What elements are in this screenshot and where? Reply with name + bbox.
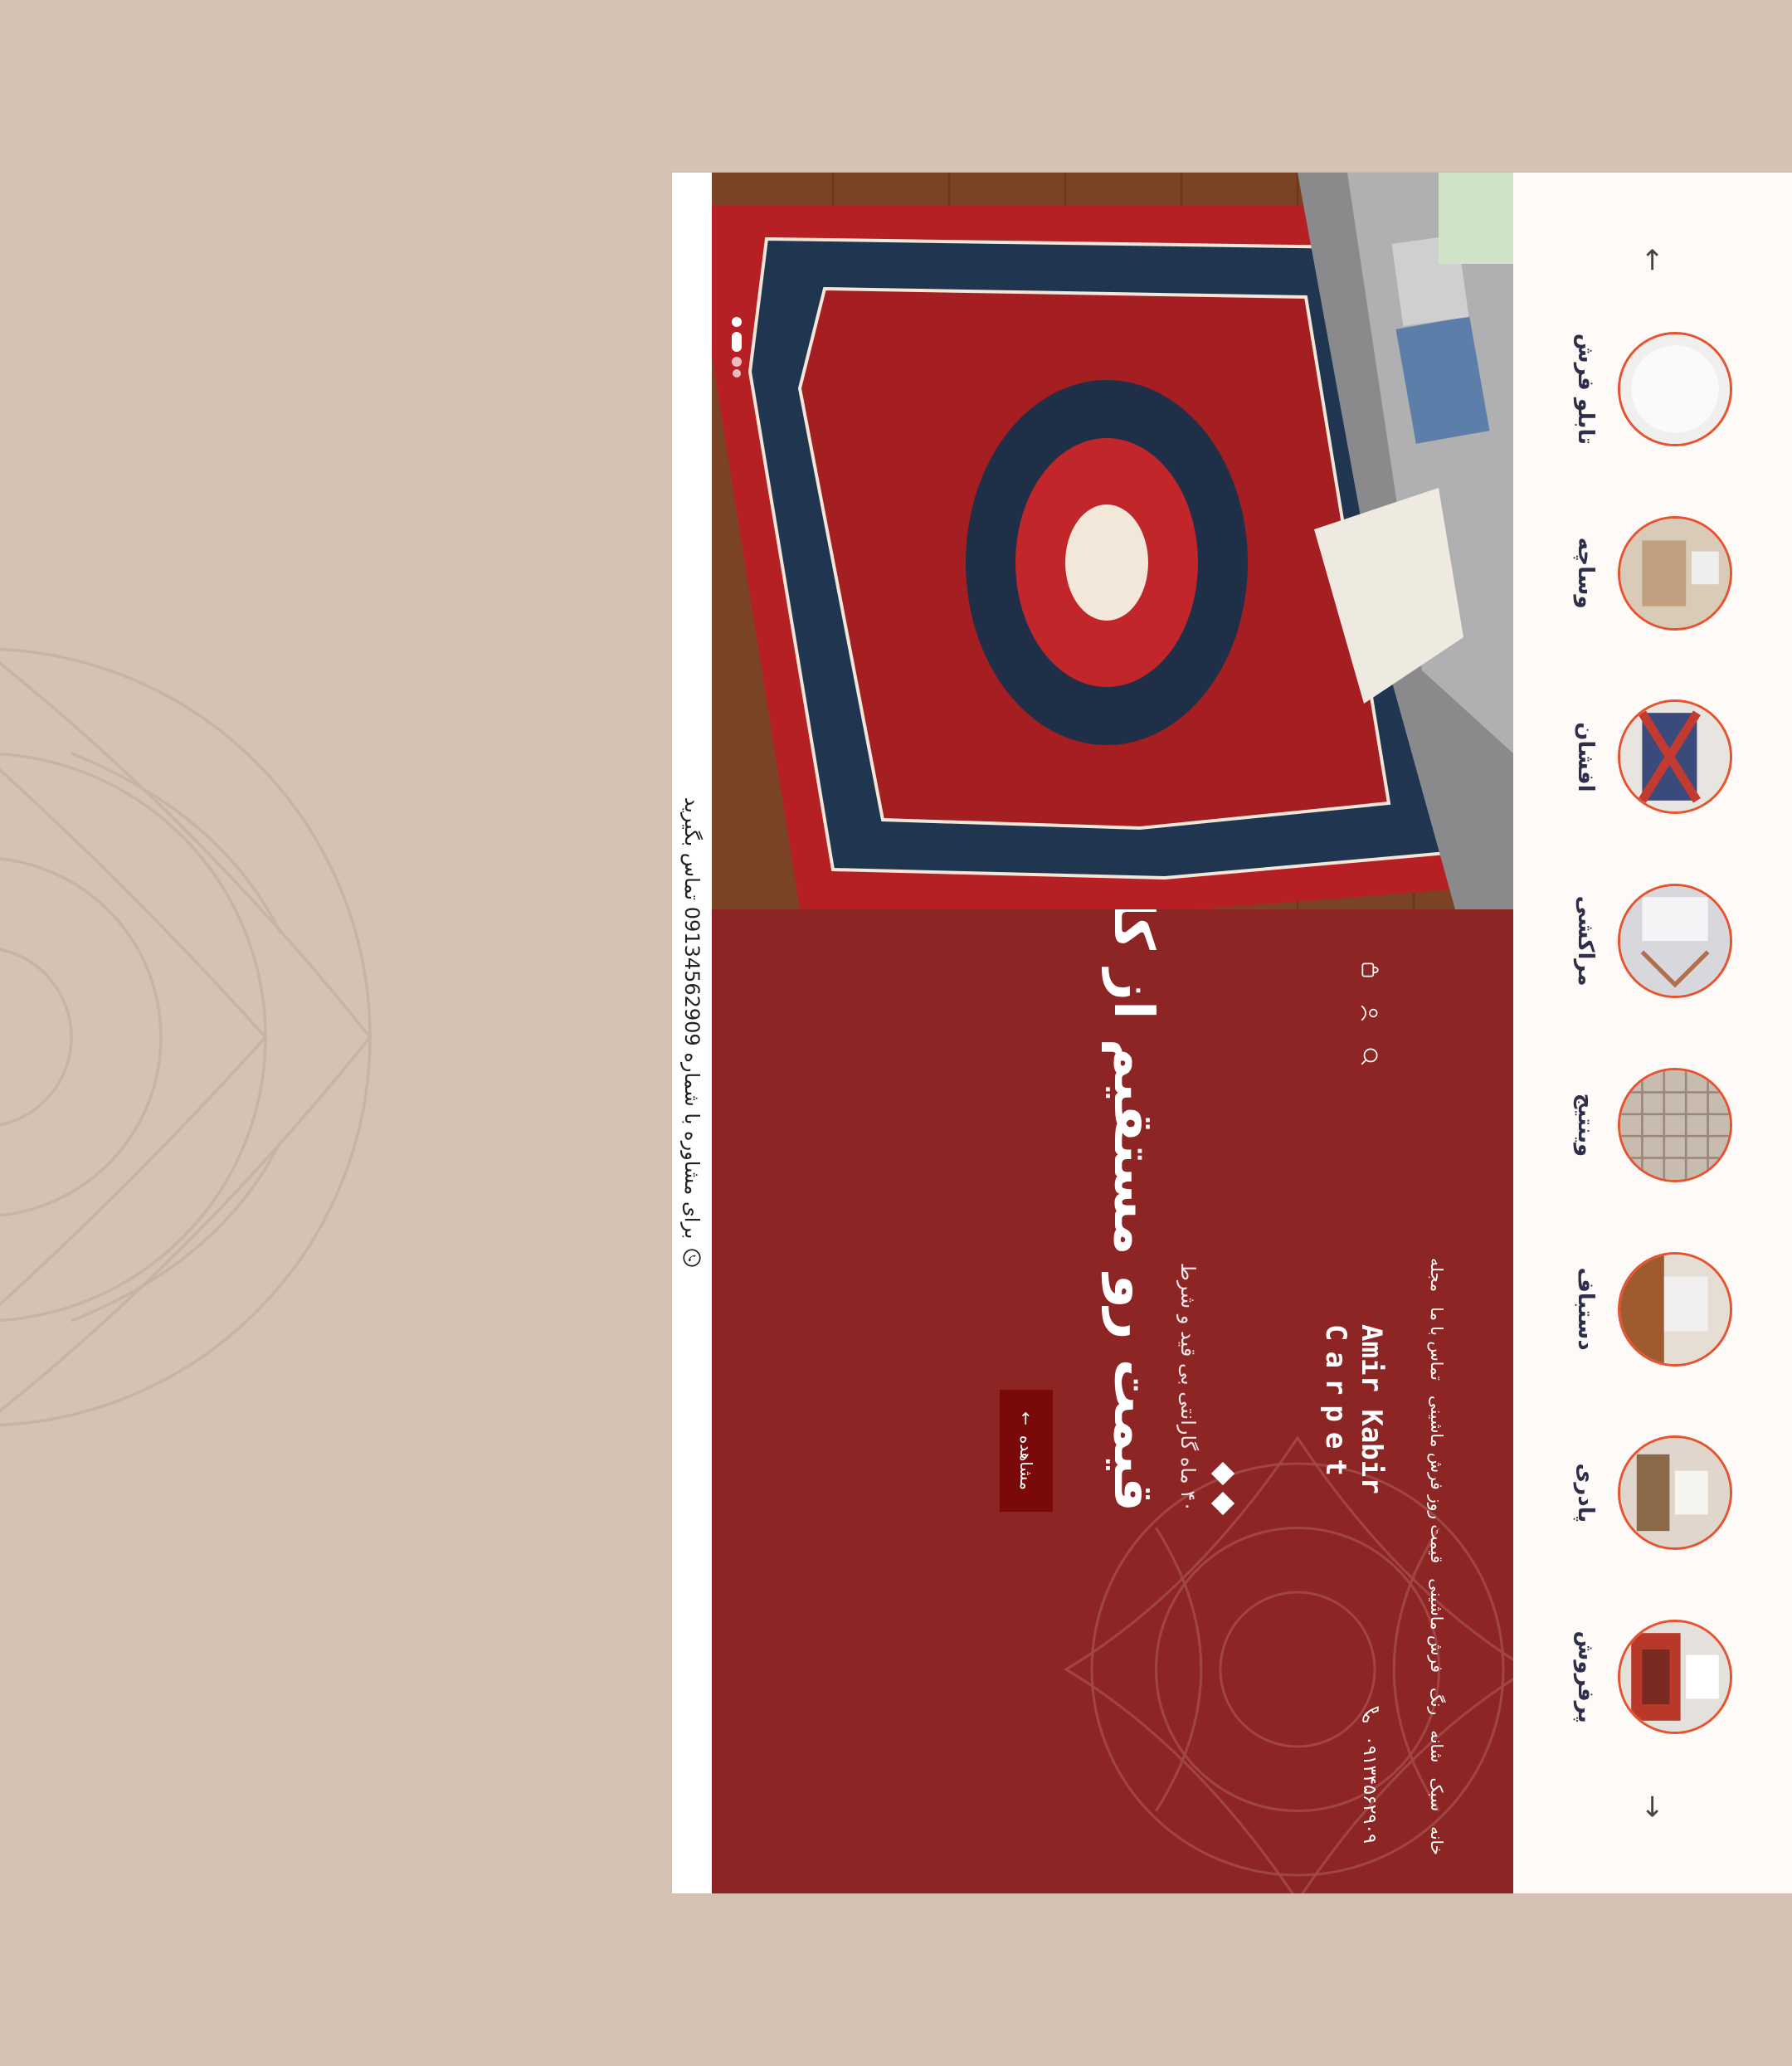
nav-row: خانه سبک شانه رنگ فرش ماشینی قیمت روز فر… bbox=[1427, 1258, 1447, 1855]
nav-style[interactable]: سبک bbox=[1427, 1777, 1447, 1811]
category-label: پادری bbox=[1573, 1463, 1598, 1523]
prev-arrow-icon[interactable]: ← bbox=[1636, 239, 1669, 280]
category-thumbnail bbox=[1618, 1435, 1732, 1551]
category-thumbnail bbox=[1618, 884, 1732, 999]
category-label: تابلو فرش bbox=[1573, 333, 1598, 446]
category-label: وینتیج bbox=[1573, 1093, 1598, 1157]
phone-number: ۰۹۱۳۴۵۶۲۹۰۹ bbox=[1359, 1736, 1381, 1844]
site-frame: ← تابلو فرش وساچه افشان مراکشی وینتیج دس… bbox=[672, 173, 1792, 1893]
site-logo[interactable]: Amir Kabir Carpet bbox=[1318, 1324, 1389, 1494]
diamond-icon bbox=[1210, 1461, 1235, 1486]
category-label: مراکشی bbox=[1573, 895, 1598, 987]
hero-badges bbox=[1210, 931, 1235, 1516]
background-mandala bbox=[0, 647, 373, 1427]
hero-section: خانه سبک شانه رنگ فرش ماشینی قیمت روز فر… bbox=[712, 173, 1513, 1893]
nav-machine-carpet[interactable]: فرش ماشینی bbox=[1427, 1578, 1447, 1673]
nav-shaneh[interactable]: شانه bbox=[1427, 1730, 1447, 1762]
category-thumbnail bbox=[1618, 331, 1732, 446]
category-item[interactable]: پادری bbox=[1573, 1410, 1732, 1576]
logo-line1: Amir Kabir bbox=[1355, 1324, 1388, 1494]
category-label: دستباف bbox=[1573, 1267, 1598, 1351]
search-icon[interactable] bbox=[1359, 1045, 1381, 1067]
category-item[interactable]: افشان bbox=[1573, 674, 1732, 840]
consult-text: برای مشاوره با شماره 09134562909 تماس بگ… bbox=[680, 797, 704, 1240]
hero-subtitle: ۴۰ ماه گارانتی بی قید و شرط bbox=[1176, 1262, 1200, 1512]
category-list: تابلو فرش وساچه افشان مراکشی وینتیج دستب… bbox=[1573, 280, 1732, 1786]
category-item[interactable]: پرفروش bbox=[1573, 1594, 1732, 1760]
category-item[interactable]: وینتیج bbox=[1573, 1042, 1732, 1208]
nav-home[interactable]: خانه bbox=[1427, 1826, 1447, 1855]
category-label: وساچه bbox=[1573, 537, 1598, 609]
category-thumbnail bbox=[1618, 1067, 1732, 1182]
user-icon[interactable] bbox=[1359, 1002, 1381, 1024]
category-bar: ← تابلو فرش وساچه افشان مراکشی وینتیج دس… bbox=[1513, 173, 1792, 1893]
category-thumbnail bbox=[1618, 515, 1732, 631]
hero-carpet-image bbox=[712, 173, 1513, 909]
next-arrow-icon[interactable]: → bbox=[1636, 1786, 1669, 1827]
nav-magazine[interactable]: مجله bbox=[1427, 1258, 1447, 1292]
logo-line2: Carpet bbox=[1319, 1324, 1353, 1486]
category-label: پرفروش bbox=[1573, 1630, 1598, 1723]
whatsapp-icon[interactable] bbox=[681, 1247, 703, 1269]
category-item[interactable]: وساچه bbox=[1573, 490, 1732, 656]
cart-icon[interactable] bbox=[1359, 959, 1381, 981]
phone-icon bbox=[1362, 1706, 1379, 1722]
diamond-icon bbox=[1210, 1491, 1235, 1516]
category-thumbnail bbox=[1618, 1620, 1732, 1735]
nav-contact[interactable]: تماس با ما bbox=[1427, 1307, 1447, 1381]
header-icons bbox=[1359, 959, 1381, 1067]
category-item[interactable]: دستباف bbox=[1573, 1226, 1732, 1392]
hero-red-panel: خانه سبک شانه رنگ فرش ماشینی قیمت روز فر… bbox=[712, 909, 1513, 1893]
category-thumbnail bbox=[1618, 699, 1732, 815]
nav-daily-price[interactable]: قیمت روز فرش ماشینی bbox=[1427, 1396, 1447, 1563]
top-bar: برای مشاوره با شماره 09134562909 تماس بگ… bbox=[672, 173, 712, 1893]
nav-color[interactable]: رنگ bbox=[1427, 1688, 1447, 1715]
slider-dots[interactable] bbox=[712, 314, 762, 380]
header-phone[interactable]: ۰۹۱۳۴۵۶۲۹۰۹ bbox=[1359, 1703, 1381, 1844]
category-item[interactable]: مراکشی bbox=[1573, 858, 1732, 1024]
category-label: افشان bbox=[1573, 722, 1598, 792]
category-thumbnail bbox=[1618, 1251, 1732, 1367]
category-item[interactable]: تابلو فرش bbox=[1573, 306, 1732, 472]
hero-title: قیمت رو مستقیم از کارخونه بخر bbox=[1102, 909, 1166, 1512]
view-button[interactable]: مشاهده ← bbox=[1000, 1390, 1054, 1512]
hero-text: ۴۰ ماه گارانتی بی قید و شرط قیمت رو مستق… bbox=[1000, 909, 1235, 1516]
arrow-left-icon: ← bbox=[1016, 1411, 1037, 1425]
view-button-label: مشاهده bbox=[1016, 1435, 1037, 1490]
